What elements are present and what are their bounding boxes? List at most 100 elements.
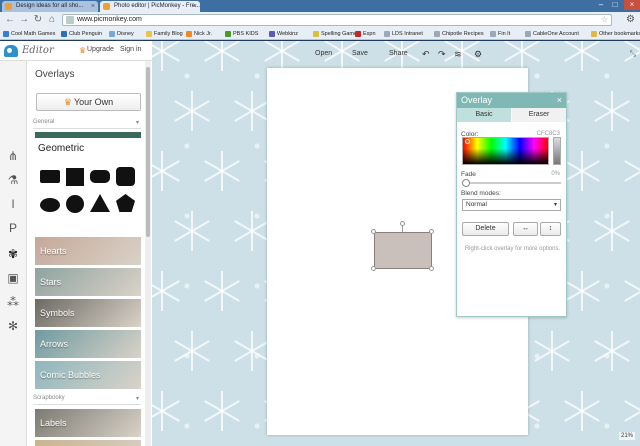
snowflake-pattern-icon bbox=[232, 91, 272, 131]
overlays-butterfly-icon[interactable]: ✾ bbox=[6, 247, 20, 261]
reload-icon[interactable]: ↻ bbox=[32, 14, 44, 26]
bookmark-item[interactable]: Espn bbox=[354, 29, 376, 39]
basic-edits-icon[interactable]: ⋔ bbox=[6, 149, 20, 163]
bookmark-item[interactable]: Webkinz bbox=[268, 29, 298, 39]
color-picker-pin[interactable] bbox=[465, 139, 470, 144]
url-field[interactable]: www.picmonkey.com ☆ bbox=[62, 14, 612, 26]
sign-in-link[interactable]: Sign in bbox=[120, 46, 141, 53]
bookmark-item[interactable]: Cool Math Games bbox=[2, 29, 55, 39]
bookmark-star-icon[interactable]: ☆ bbox=[601, 15, 608, 25]
scrollbar-thumb[interactable] bbox=[146, 67, 150, 237]
picmonkey-logo-icon bbox=[4, 45, 18, 57]
wrench-menu-icon[interactable]: ⚙ bbox=[626, 14, 635, 25]
bookmark-item[interactable]: Fin It bbox=[489, 29, 510, 39]
resize-handle-top-left[interactable] bbox=[371, 229, 376, 234]
back-arrow-icon[interactable]: ← bbox=[4, 14, 16, 26]
bookmark-item[interactable]: Family Blog bbox=[145, 29, 183, 39]
fade-slider-track[interactable] bbox=[465, 182, 561, 184]
minimize-icon[interactable]: – bbox=[594, 0, 608, 10]
resize-handle-bottom-right[interactable] bbox=[429, 266, 434, 271]
tab-label: Photo editor | PicMonkey - Fre... bbox=[114, 3, 200, 9]
touch-up-brush-icon[interactable]: ǀ bbox=[6, 197, 20, 211]
chevron-down-icon: ▾ bbox=[135, 120, 139, 126]
maximize-icon[interactable]: □ bbox=[608, 0, 622, 10]
chevron-down-icon: ▾ bbox=[553, 202, 557, 208]
bookmark-favicon-icon bbox=[313, 31, 319, 37]
share-button[interactable]: Share bbox=[389, 50, 408, 57]
section-general[interactable]: General ▾ bbox=[33, 119, 141, 129]
window-close-icon[interactable]: × bbox=[624, 0, 640, 10]
selected-overlay-rectangle[interactable] bbox=[374, 232, 432, 269]
rectangle-shape[interactable] bbox=[40, 170, 60, 183]
open-button[interactable]: Open bbox=[315, 50, 332, 57]
square-shape[interactable] bbox=[66, 168, 84, 186]
bookmark-item[interactable]: Chipotle Recipes bbox=[433, 29, 484, 39]
tab-close-icon[interactable]: × bbox=[91, 1, 95, 12]
bookmark-label: LDS Intranet bbox=[392, 31, 423, 37]
snowflake-pattern-icon bbox=[622, 151, 640, 191]
color-spectrum-picker[interactable] bbox=[462, 137, 549, 165]
rounded-rectangle-shape[interactable] bbox=[90, 170, 110, 183]
browser-tab-design-ideas[interactable]: Design ideas for all sho... × bbox=[2, 1, 98, 12]
tab-eraser[interactable]: Eraser bbox=[512, 108, 566, 122]
themes-snowflake-icon[interactable]: ✻ bbox=[6, 319, 20, 333]
browser-tab-photo-editor[interactable]: Photo editor | PicMonkey - Fre... × bbox=[100, 1, 200, 12]
bookmark-item[interactable]: Disney bbox=[108, 29, 134, 39]
bookmark-item[interactable]: Spelling Game bbox=[312, 29, 357, 39]
geometric-category[interactable]: Geometric bbox=[35, 132, 141, 232]
bookmark-item[interactable]: Other bookmarks bbox=[590, 29, 640, 39]
overlay-category[interactable]: Comic Bubbles bbox=[35, 361, 141, 389]
rotate-handle[interactable] bbox=[400, 221, 405, 226]
fade-slider-knob[interactable] bbox=[462, 179, 470, 187]
tab-basic[interactable]: Basic bbox=[457, 108, 511, 122]
textures-icon[interactable]: ⁂ bbox=[6, 295, 20, 309]
home-icon[interactable]: ⌂ bbox=[46, 14, 58, 26]
bookmark-favicon-icon bbox=[525, 31, 531, 37]
geometric-title: Geometric bbox=[38, 143, 85, 154]
tab-close-icon[interactable]: × bbox=[193, 1, 197, 12]
section-scrapbooky[interactable]: Scrapbooky ▾ bbox=[33, 395, 141, 405]
settings-gear-icon[interactable]: ⚙ bbox=[474, 49, 482, 60]
bookmark-item[interactable]: Club Penguin bbox=[60, 29, 102, 39]
upgrade-link[interactable]: Upgrade bbox=[87, 46, 114, 53]
overlay-category[interactable]: Labels bbox=[35, 409, 141, 437]
redo-icon[interactable]: ↷ bbox=[438, 49, 446, 60]
brightness-slider[interactable] bbox=[553, 137, 561, 165]
resize-handle-top-right[interactable] bbox=[429, 229, 434, 234]
your-own-button[interactable]: ♛ Your Own bbox=[36, 93, 141, 111]
resize-handle-bottom-left[interactable] bbox=[371, 266, 376, 271]
your-own-label: Your Own bbox=[73, 97, 114, 107]
ellipse-shape[interactable] bbox=[40, 198, 60, 212]
effects-flask-icon[interactable]: ⚗ bbox=[6, 173, 20, 187]
pentagon-shape[interactable] bbox=[116, 194, 135, 212]
zoom-level[interactable]: 21% bbox=[618, 432, 635, 440]
overlay-dialog-header[interactable]: Overlay × bbox=[457, 93, 566, 108]
bookmark-item[interactable]: Nick Jr. bbox=[185, 29, 212, 39]
tab-label: Design ideas for all sho... bbox=[16, 3, 84, 9]
rounded-square-shape[interactable] bbox=[116, 167, 135, 186]
overlay-category[interactable]: Hearts bbox=[35, 237, 141, 265]
delete-button[interactable]: Delete bbox=[462, 222, 509, 236]
bookmark-item[interactable]: LDS Intranet bbox=[383, 29, 423, 39]
close-icon[interactable]: × bbox=[557, 93, 562, 108]
overlay-category[interactable]: Paper Scrap bbox=[35, 440, 141, 446]
frames-square-icon[interactable]: ▣ bbox=[6, 271, 20, 285]
bookmark-item[interactable]: CableOne Account bbox=[524, 29, 579, 39]
circle-shape[interactable] bbox=[66, 195, 84, 213]
overlay-category[interactable]: Symbols bbox=[35, 299, 141, 327]
undo-icon[interactable]: ↶ bbox=[422, 49, 430, 60]
flip-vertical-icon[interactable]: ↕ bbox=[540, 222, 561, 236]
save-button[interactable]: Save bbox=[352, 50, 368, 57]
overlay-dialog-tabs: Basic Eraser bbox=[457, 108, 566, 122]
overlay-category[interactable]: Arrows bbox=[35, 330, 141, 358]
blend-mode-select[interactable]: Normal ▾ bbox=[462, 199, 561, 211]
overlay-category[interactable]: Stars bbox=[35, 268, 141, 296]
flip-horizontal-icon[interactable]: ↔ bbox=[513, 222, 538, 236]
overlays-scrollbar[interactable] bbox=[145, 61, 151, 446]
triangle-shape[interactable] bbox=[90, 194, 110, 212]
bookmark-item[interactable]: PBS KIDS bbox=[224, 29, 258, 39]
fullscreen-icon[interactable]: ⤡ bbox=[630, 49, 636, 59]
text-p-icon[interactable]: P bbox=[6, 221, 20, 235]
forward-arrow-icon[interactable]: → bbox=[18, 14, 30, 26]
layers-icon[interactable]: ≋ bbox=[454, 49, 462, 60]
